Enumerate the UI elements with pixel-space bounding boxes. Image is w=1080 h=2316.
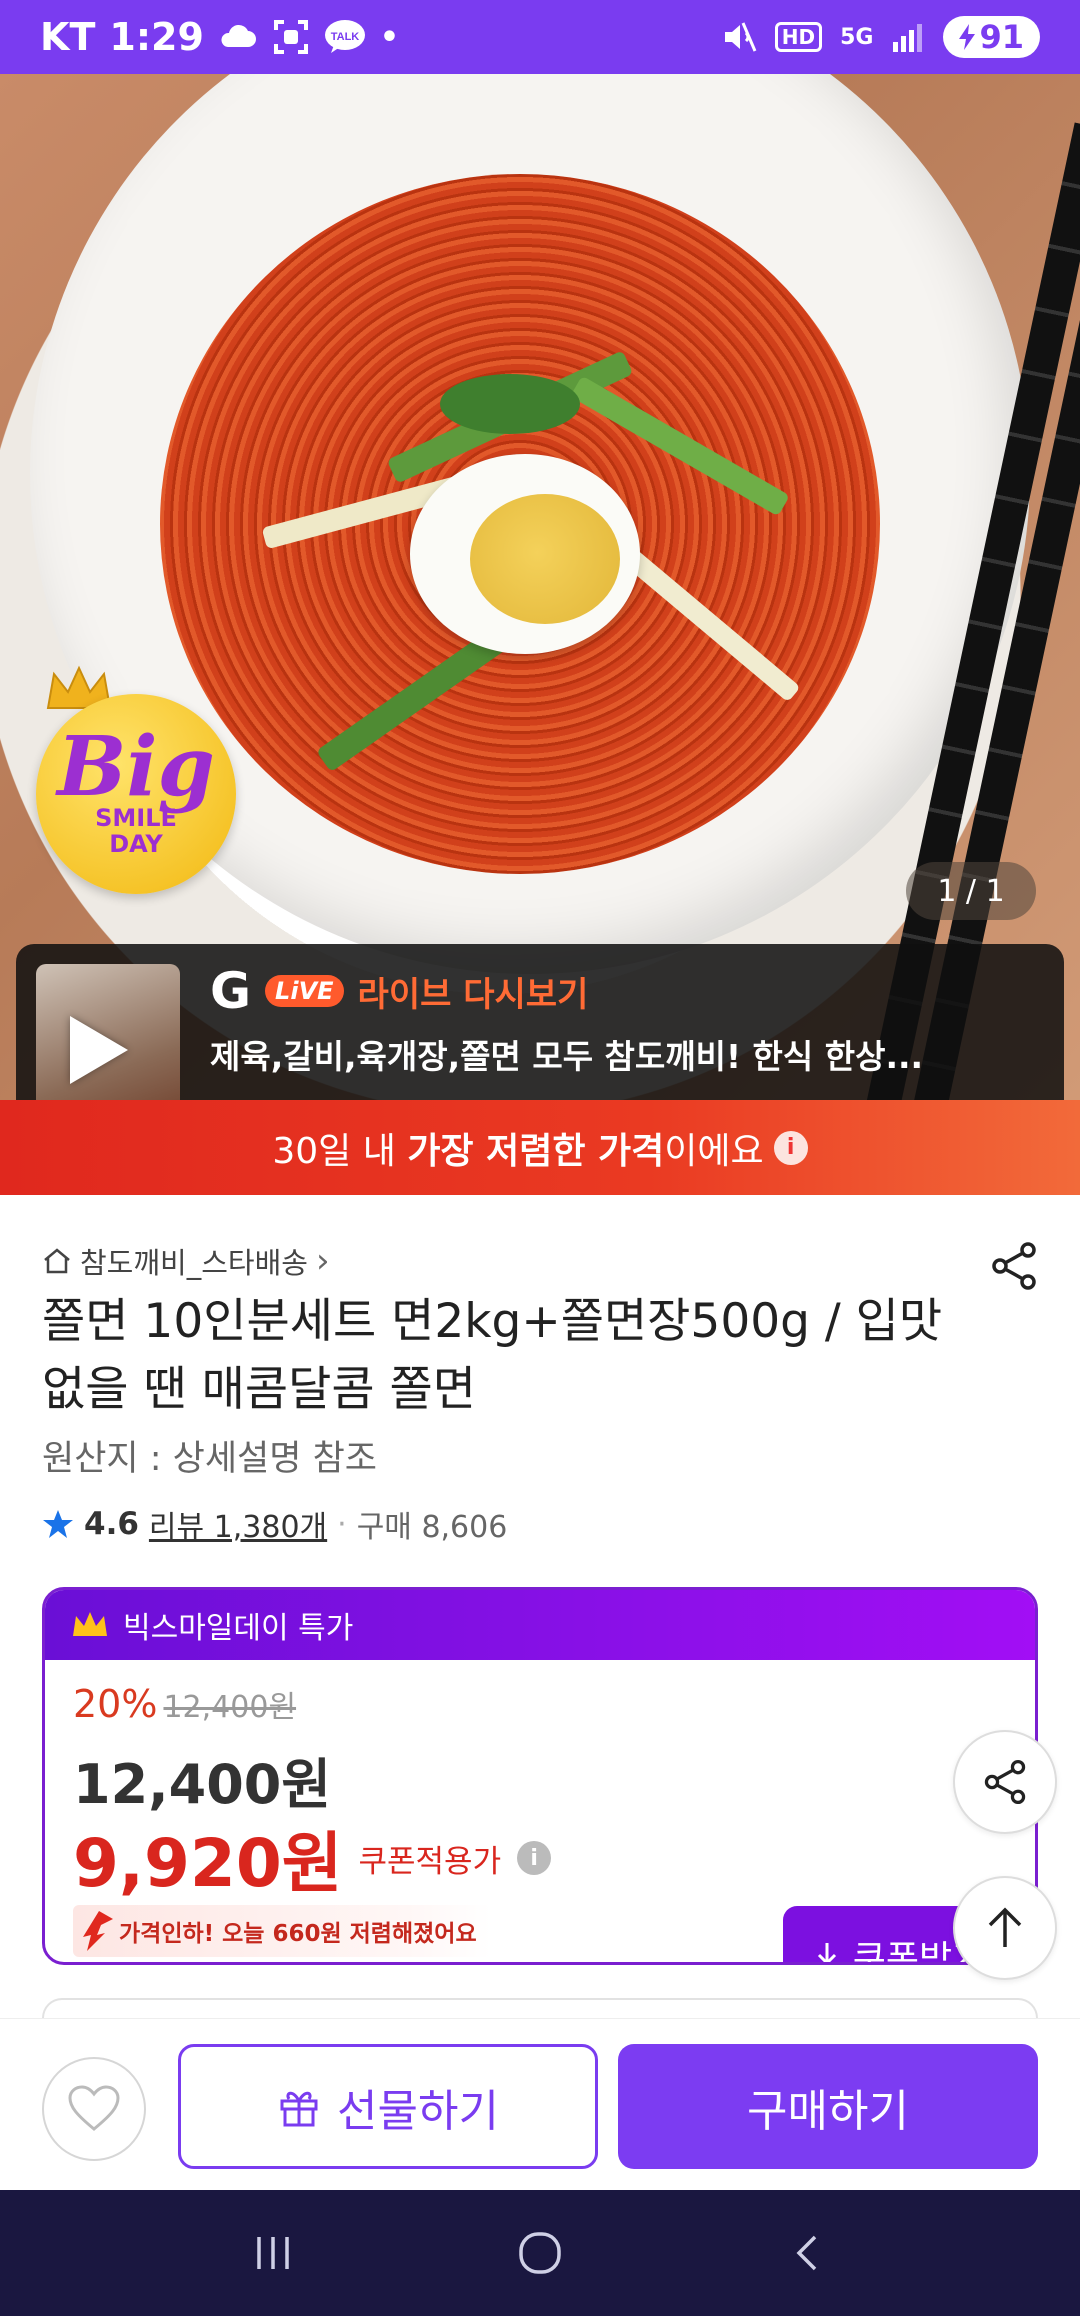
status-right: HD 5G 91 xyxy=(721,16,1040,58)
hd-voice-icon: HD xyxy=(774,22,823,52)
price-drop-arrow-icon xyxy=(83,1911,113,1951)
gift-button[interactable]: 선물하기 xyxy=(178,2044,598,2169)
battery-level: 91 xyxy=(979,18,1024,56)
live-thumbnail[interactable] xyxy=(36,964,180,1100)
big-smile-day-badge: Big SMILE DAY xyxy=(36,694,236,894)
scroll-top-button[interactable] xyxy=(953,1876,1057,1980)
purchase-count: 구매 8,606 xyxy=(356,1510,508,1545)
original-price: 12,400원 xyxy=(163,1690,297,1725)
coupon-price-row: 9,920원 쿠폰적용가 i xyxy=(73,1810,552,1906)
system-nav-bar xyxy=(0,2190,1080,2316)
separator-dot: · xyxy=(337,1506,347,1542)
price-drop-notice: 가격인하! 오늘 660원 저렴해졌어요 xyxy=(73,1905,491,1957)
home-icon xyxy=(519,2232,561,2274)
rating-row: 4.6 리뷰 1,380개 · 구매 8,606 xyxy=(42,1502,507,1546)
back-icon xyxy=(796,2235,816,2271)
status-bar: KT 1:29 TALK • HD 5G 91 xyxy=(0,0,1080,74)
home-store-icon xyxy=(44,1248,70,1274)
live-title: 제육,갈비,육개장,쫄면 모두 참도깨비! 한식 한상... xyxy=(210,1037,924,1076)
product-title: 쫄면 10인분세트 면2kg+쫄면장500g / 입맛 없을 땐 매콤달콤 쫄면 xyxy=(42,1294,943,1418)
product-origin: 원산지 : 상세설명 참조 xyxy=(42,1439,377,1479)
badge-day-text: DAY xyxy=(109,829,163,858)
gift-icon xyxy=(280,2091,318,2126)
info-icon[interactable]: i xyxy=(517,1841,552,1875)
buy-label: 구매하기 xyxy=(747,2085,909,2137)
mute-icon xyxy=(721,19,757,55)
coupon-price-label: 쿠폰적용가 xyxy=(358,1843,502,1880)
screenshot-icon xyxy=(272,18,310,56)
back-button[interactable] xyxy=(767,2213,847,2293)
talk-text: TALK xyxy=(331,31,360,43)
product-hero-image[interactable]: Big SMILE DAY 1 / 1 G LiVE 라이브 다시보기 제육,갈… xyxy=(0,74,1080,1100)
seller-name: 참도깨비_스타배송 xyxy=(80,1246,308,1280)
recent-apps-button[interactable] xyxy=(233,2213,313,2293)
home-button[interactable] xyxy=(500,2213,580,2293)
seller-link[interactable]: 참도깨비_스타배송 › xyxy=(42,1240,330,1282)
time-label: 1:29 xyxy=(109,15,204,59)
sprout-leaf xyxy=(440,374,580,434)
star-icon xyxy=(43,1510,73,1538)
live-header: G LiVE 라이브 다시보기 xyxy=(210,966,1030,1016)
notification-dot: • xyxy=(379,19,400,55)
deal-header-label: 빅스마일데이 특가 xyxy=(123,1611,354,1646)
price-drop-text: 가격인하! 오늘 660원 저렴해졌어요 xyxy=(119,1921,477,1947)
coupon-price: 9,920원 xyxy=(73,1825,343,1902)
banner-prefix: 30일 내 xyxy=(272,1130,408,1172)
floating-share-button[interactable] xyxy=(953,1730,1057,1834)
heart-icon xyxy=(68,2085,120,2131)
battery-charging-icon xyxy=(959,24,976,50)
signal-icon xyxy=(891,22,925,52)
share-icon xyxy=(992,1242,1036,1290)
rating-score: 4.6 xyxy=(84,1506,139,1542)
lowest-price-banner[interactable]: 30일 내 가장 저렴한 가격 이에요 i xyxy=(0,1100,1080,1195)
live-host: 출연 : 쇼호스트 인진우, 조아람 xyxy=(210,1092,1030,1100)
banner-suffix: 이에요 xyxy=(664,1130,764,1172)
sale-price: 12,400원 xyxy=(73,1753,332,1816)
crown-icon xyxy=(73,1612,107,1636)
buy-button[interactable]: 구매하기 xyxy=(618,2044,1038,2169)
scroll-top-icon xyxy=(988,1907,1022,1947)
chevron-right-icon: › xyxy=(315,1241,330,1281)
badge-smile-text: SMILE xyxy=(95,803,177,832)
discount-row: 20% 12,400원 xyxy=(73,1682,296,1726)
status-left: KT 1:29 TALK • xyxy=(40,15,399,59)
bottom-action-bar: 선물하기 구매하기 xyxy=(0,2018,1080,2190)
badge-big-text: Big xyxy=(57,718,215,815)
image-counter: 1 / 1 xyxy=(906,862,1036,920)
live-pill: LiVE xyxy=(265,975,344,1007)
live-info: G LiVE 라이브 다시보기 제육,갈비,육개장,쫄면 모두 참도깨비! 한식… xyxy=(210,966,1030,1100)
share-button[interactable] xyxy=(986,1238,1042,1294)
weather-cloud-icon xyxy=(218,21,258,53)
kakaotalk-icon: TALK xyxy=(324,19,366,55)
carrier-label: KT xyxy=(40,15,96,59)
discount-percent: 20% xyxy=(73,1682,158,1726)
g-logo: G xyxy=(210,962,252,1020)
recent-apps-icon xyxy=(257,2237,290,2269)
share-icon xyxy=(984,1759,1026,1805)
download-icon xyxy=(817,1943,836,1962)
battery-indicator: 91 xyxy=(943,16,1040,58)
deal-header: 빅스마일데이 특가 xyxy=(45,1590,1035,1660)
deal-box: 빅스마일데이 특가 20% 12,400원 12,400원 9,920원 쿠폰적… xyxy=(42,1587,1038,1965)
boiled-egg-yolk xyxy=(470,494,620,624)
wishlist-button[interactable] xyxy=(42,2057,146,2161)
gift-label: 선물하기 xyxy=(337,2085,499,2137)
banner-highlight: 가장 저렴한 가격 xyxy=(407,1130,665,1172)
live-replay-label: 라이브 다시보기 xyxy=(357,974,589,1015)
play-icon xyxy=(70,1016,128,1084)
5g-icon: 5G xyxy=(840,24,874,50)
live-replay-card[interactable]: G LiVE 라이브 다시보기 제육,갈비,육개장,쫄면 모두 참도깨비! 한식… xyxy=(16,944,1064,1100)
info-icon[interactable]: i xyxy=(773,1130,808,1165)
reviews-link[interactable]: 리뷰 1,380개 xyxy=(149,1502,327,1546)
